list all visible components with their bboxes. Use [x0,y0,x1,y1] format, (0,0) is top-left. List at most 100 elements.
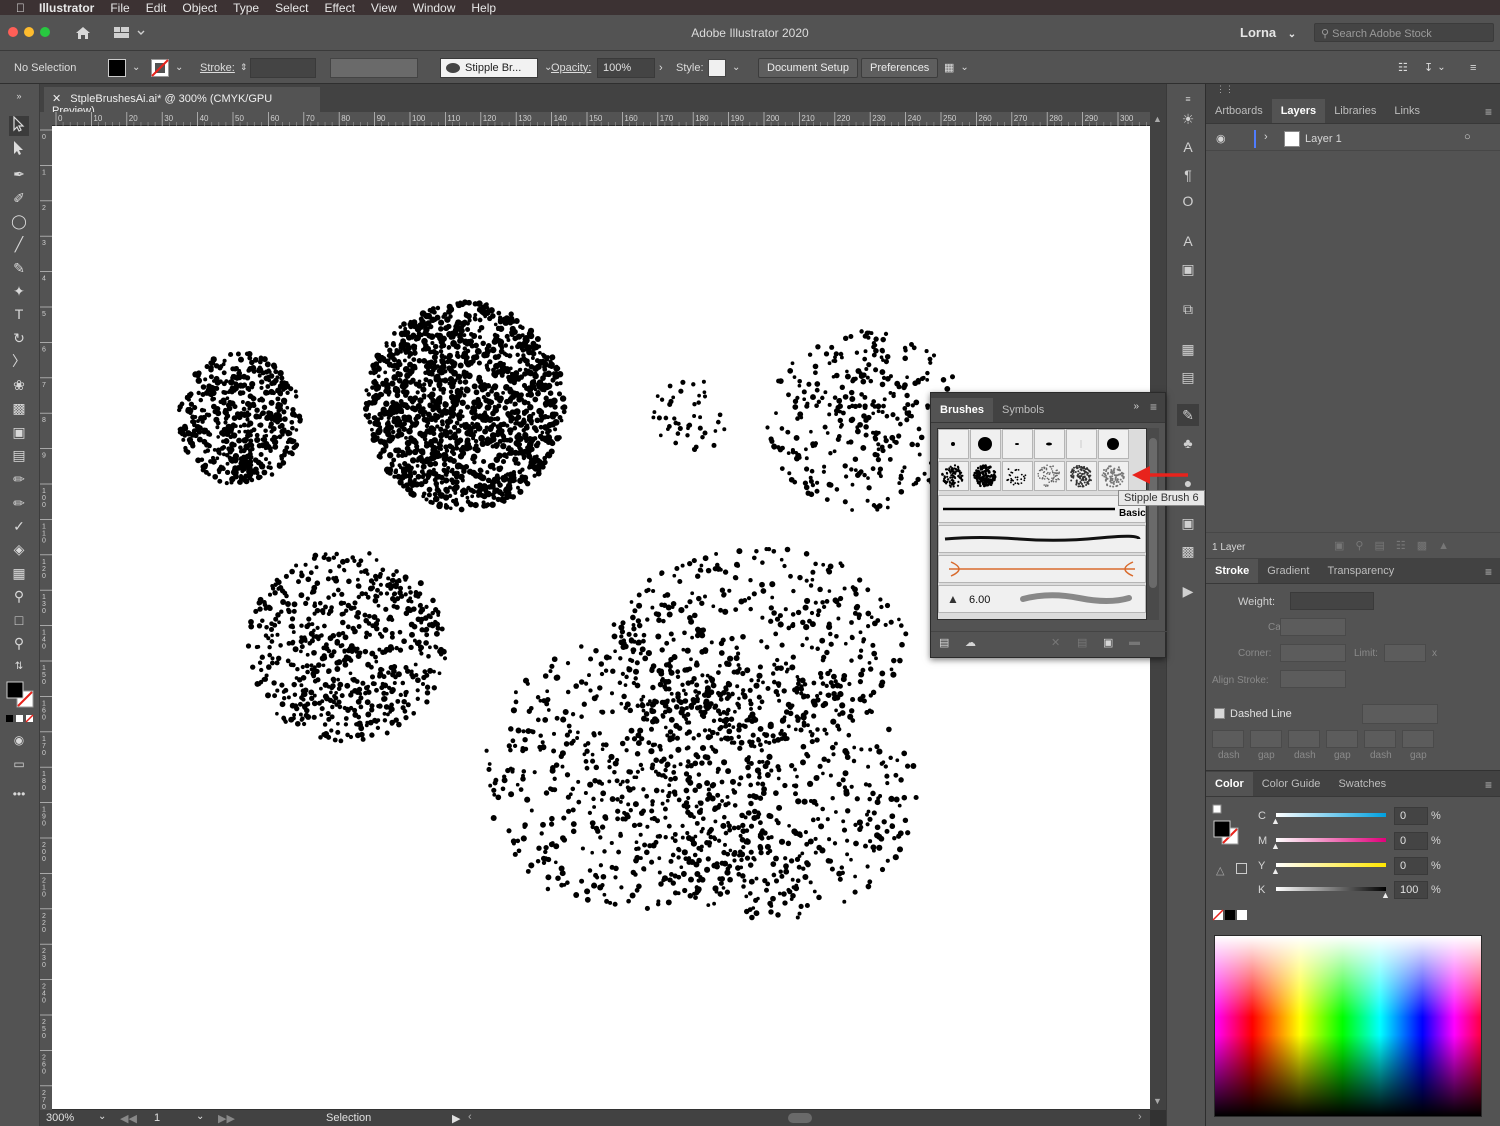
chevron-down-icon[interactable]: ⌄ [98,1111,106,1122]
line-tool-icon[interactable]: ╱ [9,234,29,254]
panel-menu-icon[interactable]: ≡ [1485,778,1492,792]
color-mode-buttons[interactable] [5,714,35,724]
layer-row[interactable]: ◉ › Layer 1 ○ [1206,127,1500,151]
menu-effect[interactable]: Effect [316,1,362,15]
horizontal-scroll-thumb[interactable] [788,1113,812,1123]
scroll-right-icon[interactable]: › [1138,1111,1142,1123]
horizontal-ruler[interactable]: 0 10 20 30 40 50 60 70 80 90 100 110 120 130 140 150 160… [52,112,1150,126]
brush-swatch[interactable] [1002,429,1033,459]
lasso-tool-icon[interactable]: ❀ [9,375,29,395]
image-trace-icon[interactable]: ▩ [1177,540,1199,562]
color-spectrum[interactable] [1214,935,1482,1117]
actions-icon[interactable]: ▶ [1177,580,1199,602]
black-slider[interactable] [1276,887,1386,891]
layer-footer-icons[interactable]: ▣⚲▤☷▩▲ [1334,539,1460,552]
brush-swatch[interactable] [970,429,1001,459]
document-tab[interactable]: ✕ StpleBrushesAi.ai* @ 300% (CMYK/GPU Pr… [44,87,320,117]
menu-window[interactable]: Window [405,1,464,15]
character-icon[interactable]: A [1177,136,1199,158]
character-styles-icon[interactable]: A [1177,230,1199,252]
draw-mode-icon[interactable]: ◉ [9,730,29,750]
stroke-label[interactable]: Stroke: [200,51,235,84]
brush-definition-dropdown[interactable]: Stipple Br... ⌄ [440,51,552,84]
tab-libraries[interactable]: Libraries [1325,99,1385,123]
slider-thumb-icon[interactable]: ▲ [1271,841,1280,851]
tab-symbols[interactable]: Symbols [993,398,1053,422]
chevron-right-icon[interactable]: › [659,62,663,74]
rotate-tool-icon[interactable]: ↻ [9,328,29,348]
magic-wand-tool-icon[interactable]: ✦ [9,281,29,301]
stepper-icon[interactable]: ⇕ [240,62,248,73]
scroll-up-icon[interactable]: ▲ [1153,114,1162,124]
slider-thumb-icon[interactable]: ▲ [1271,816,1280,826]
menu-view[interactable]: View [363,1,405,15]
pathfinder-icon[interactable]: ▣ [1177,512,1199,534]
direct-selection-tool-icon[interactable] [9,140,29,160]
menu-file[interactable]: File [102,1,137,15]
gradient-tool-icon[interactable]: ▩ [9,398,29,418]
quick-swatches[interactable] [1212,909,1252,921]
artboard-number[interactable]: 1 [154,1112,160,1124]
tab-artboards[interactable]: Artboards [1206,99,1272,123]
shaper-tool-icon[interactable]: ✎ [9,258,29,278]
preferences-button[interactable]: Preferences [861,57,939,78]
tab-color-guide[interactable]: Color Guide [1253,772,1330,796]
appearance-icon[interactable]: ☀ [1177,108,1199,130]
paragraph-styles-icon[interactable]: ▣ [1177,258,1199,280]
symbols-panel-icon[interactable]: ♣ [1177,432,1199,454]
tab-transparency[interactable]: Transparency [1318,559,1403,583]
screen-mode-icon[interactable]: ▭ [9,754,29,774]
panel-grip-icon[interactable]: ⋮⋮ [1206,84,1500,98]
weight-field[interactable] [1290,592,1374,610]
close-tab-icon[interactable]: ✕ [52,93,61,105]
tab-stroke[interactable]: Stroke [1206,559,1259,583]
user-menu[interactable]: Lorna ⌄ [1240,25,1296,40]
puppet-warp-tool-icon[interactable]: ⚲ [9,586,29,606]
stock-search-input[interactable]: ⚲ Search Adobe Stock [1314,23,1494,42]
blob-brush-tool-icon[interactable]: ✓ [9,516,29,536]
free-transform-tool-icon[interactable]: ▣ [9,422,29,442]
menu-help[interactable]: Help [463,1,504,15]
scroll-left-icon[interactable]: ‹ [468,1111,472,1123]
align-panel-icon[interactable]: ▤ [1177,366,1199,388]
brush-swatch[interactable] [1098,429,1129,459]
menu-object[interactable]: Object [174,1,225,15]
zoom-tool-icon[interactable]: ⚲ [9,633,29,653]
first-artboard-icon[interactable]: ◀◀ [120,1112,137,1125]
control-bar-menu-icon[interactable]: ≡ [1470,51,1476,84]
panel-menu-icon[interactable]: ≡ [1485,565,1492,579]
chevron-down-icon[interactable]: ⌄ [196,1111,204,1122]
brush-swatch[interactable] [1034,429,1065,459]
black-value[interactable]: 100 [1394,881,1428,899]
tab-brushes[interactable]: Brushes [931,398,994,422]
magenta-slider[interactable] [1276,838,1386,842]
brush-library-list[interactable]: Basic ▲ 6.00 [937,428,1147,620]
eraser-tool-icon[interactable]: 〉 [9,351,29,371]
layer-name[interactable]: Layer 1 [1305,133,1342,145]
opacity-field[interactable]: 100% › [597,51,663,84]
pencil-tool-icon[interactable]: ✏ [9,493,29,513]
expand-panels-icon[interactable]: ≡ [1177,88,1199,110]
menu-illustrator[interactable]: Illustrator [31,1,102,15]
apple-icon[interactable]:  [0,1,31,15]
opentype-icon[interactable]: O [1177,190,1199,212]
symbol-sprayer-tool-icon[interactable]: ◈ [9,539,29,559]
column-graph-tool-icon[interactable]: ▤ [9,445,29,465]
graphic-style-dropdown[interactable]: ⌄ [708,51,740,84]
arrange-documents-icon[interactable]: ▦ ⌄ [944,51,969,84]
yellow-value[interactable]: 0 [1394,857,1428,875]
visibility-eye-icon[interactable]: ◉ [1216,132,1226,145]
yellow-slider[interactable] [1276,863,1386,867]
menu-edit[interactable]: Edit [138,1,175,15]
curvature-tool-icon[interactable]: ✐ [9,188,29,208]
align-icon[interactable]: ☷ [1398,51,1408,84]
expand-layer-icon[interactable]: › [1264,131,1268,143]
status-menu-icon[interactable]: ▶ [452,1112,460,1125]
tab-swatches[interactable]: Swatches [1329,772,1395,796]
transform-icon[interactable]: ↧ ⌄ [1424,51,1446,84]
brush-swatch[interactable] [1066,429,1097,459]
document-setup-button[interactable]: Document Setup [758,57,858,78]
fill-stroke-swatch[interactable] [5,681,35,709]
eyedropper-tool-icon[interactable]: ✏ [9,469,29,489]
menu-select[interactable]: Select [267,1,316,15]
